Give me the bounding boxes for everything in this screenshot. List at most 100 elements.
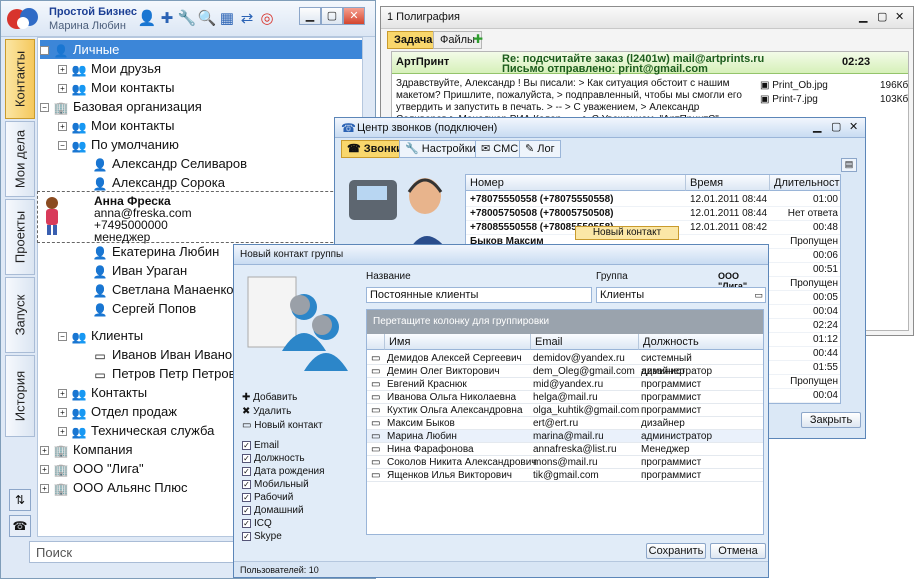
expand-icon[interactable]: + [58, 122, 67, 132]
tab-launch[interactable]: Запуск [5, 277, 35, 353]
calendar-icon[interactable]: ▦ [217, 9, 237, 29]
tab-settings[interactable]: 🔧 Настройки [399, 140, 482, 158]
member-row[interactable]: ▭ Максим Быков ert@ert.ru дизайнер [367, 417, 763, 430]
tree-node[interactable]: + 👥 Отдел продаж [58, 402, 177, 421]
tree-node[interactable]: + 👥 Контакты [58, 383, 147, 402]
add-icon[interactable]: ✚ [473, 32, 483, 46]
checkbox-check-icon[interactable]: ✓ [242, 531, 251, 541]
expand-icon[interactable]: + [58, 65, 67, 75]
checkbox-check-icon[interactable]: ✓ [242, 479, 251, 489]
checkbox-check-icon[interactable]: ✓ [242, 466, 251, 476]
checkbox-check-icon[interactable]: ✓ [242, 518, 251, 528]
grid-icon[interactable]: ▤ [841, 158, 857, 172]
member-row[interactable]: ▭ Соколов Никита Александрович mons@mail.r… [367, 456, 763, 469]
tab-my-tasks[interactable]: Мои дела [5, 121, 35, 197]
tree-node[interactable]: + 👥 Мои друзья [58, 59, 161, 78]
minimize-button[interactable]: ▁ [859, 10, 867, 23]
field-checkbox[interactable]: ✓ Skype [242, 530, 282, 543]
action-2[interactable]: ▭ Новый контакт [242, 419, 323, 432]
field-checkbox[interactable]: ✓ Домашний [242, 504, 304, 517]
user-icon[interactable]: 👤 [137, 9, 157, 29]
member-row[interactable]: ▭ Евгений Краснюк mid@yandex.ru программист [367, 378, 763, 391]
arrows-icon[interactable]: ⇄ [237, 9, 257, 29]
tab-task[interactable]: Задача [387, 31, 440, 49]
attachment-1[interactable]: ▣ Print_Ob.jpg [760, 80, 828, 91]
tab-log[interactable]: ✎ Лог [519, 140, 561, 158]
wrench-icon[interactable]: 🔧 [177, 9, 197, 29]
tree-node[interactable]: + 🏢 ООО "Лига" [40, 459, 144, 478]
member-row[interactable]: ▭ Нина Фарафонова annafreska@list.ru Менедж… [367, 443, 763, 456]
group-name-input[interactable]: Постоянные клиенты [366, 287, 592, 303]
save-button[interactable]: Сохранить [646, 543, 706, 559]
field-checkbox[interactable]: ✓ Должность [242, 452, 305, 465]
tree-node[interactable]: ▭ Иванов Иван Иванович [92, 345, 253, 364]
tree-node[interactable]: − 👥 По умолчанию [58, 135, 179, 154]
field-checkbox[interactable]: ✓ Мобильный [242, 478, 309, 491]
lifebuoy-icon[interactable]: ◎ [257, 9, 277, 29]
maximize-button[interactable]: ▢ [831, 120, 841, 133]
tree-node[interactable]: 👤 Сергей Попов [92, 299, 197, 318]
phone-icon[interactable]: ☎ [9, 515, 31, 537]
expand-icon[interactable]: + [40, 465, 49, 475]
tab-history[interactable]: История [5, 355, 35, 437]
collapse-icon[interactable]: − [58, 332, 67, 342]
field-checkbox[interactable]: ✓ Email [242, 439, 279, 452]
col-time[interactable]: Время [686, 175, 770, 191]
member-row[interactable]: ▭ Иванова Ольга Николаевна helga@mail.ru пр… [367, 391, 763, 404]
col-duration[interactable]: Длительность [770, 175, 840, 191]
tree-node[interactable]: 👤 Екатерина Любин [92, 242, 220, 261]
tree-node[interactable]: − 👤 Личные [40, 40, 362, 59]
member-row[interactable]: ▭ Демидов Алексей Сергеевич demidov@yandex… [367, 352, 763, 377]
tree-node[interactable]: + 🏢 Компания [40, 440, 133, 459]
tab-sms[interactable]: ✉ СМС [475, 140, 525, 158]
collapse-icon[interactable]: − [58, 141, 67, 151]
close-button[interactable]: ✕ [895, 10, 904, 23]
col-email[interactable]: Email [531, 334, 639, 350]
tree-node[interactable]: − 👥 Клиенты [58, 326, 143, 345]
col-position[interactable]: Должность [639, 334, 763, 350]
checkbox-check-icon[interactable]: ✓ [242, 453, 251, 463]
tree-node[interactable]: 👤 Александр Сорока [92, 173, 225, 192]
tree-node[interactable]: 👤 Иван Ураган [92, 261, 188, 280]
add-icon[interactable]: ✚ [157, 9, 177, 29]
tree-node[interactable]: − 🏢 Базовая организация [40, 97, 202, 116]
collapse-icon[interactable]: − [40, 46, 49, 56]
maximize-button[interactable]: ▢ [877, 10, 887, 23]
call-row[interactable]: +78075550558 (+78075550558) 12.01.2011 08… [466, 193, 840, 207]
checkbox-check-icon[interactable]: ✓ [242, 505, 251, 515]
expand-icon[interactable]: + [40, 446, 49, 456]
tree-node[interactable]: ▭ Петров Петр Петрович [92, 364, 249, 383]
tree-node[interactable]: 👤 Александр Селиваров [92, 154, 248, 173]
checkbox-check-icon[interactable]: ✓ [242, 492, 251, 502]
field-checkbox[interactable]: ✓ Рабочий [242, 491, 293, 504]
search-icon[interactable]: 🔍 [197, 9, 217, 29]
group-select[interactable]: Клиенты ▭ [596, 287, 766, 303]
member-row[interactable]: ▭ Марина Любин marina@mail.ru администратор [367, 430, 763, 443]
tree-node[interactable]: + 🏢 ООО Альянс Плюс [40, 478, 188, 497]
col-number[interactable]: Номер [466, 175, 686, 191]
field-checkbox[interactable]: ✓ ICQ [242, 517, 272, 530]
sync-icon[interactable]: ⇅ [9, 489, 31, 511]
tab-projects[interactable]: Проекты [5, 199, 35, 275]
collapse-icon[interactable]: − [40, 103, 49, 113]
action-0[interactable]: ✚ Добавить [242, 391, 297, 404]
tab-contacts[interactable]: Контакты [5, 39, 35, 119]
context-menu-new-contact[interactable]: Новый контакт [575, 226, 679, 240]
expand-icon[interactable]: + [58, 408, 67, 418]
expand-icon[interactable]: + [40, 484, 49, 494]
checkbox-check-icon[interactable]: ✓ [242, 440, 251, 450]
tree-node[interactable]: + 👥 Техническая служба [58, 421, 214, 440]
close-button[interactable]: ✕ [849, 120, 858, 133]
minimize-button[interactable]: ▁ [299, 7, 321, 25]
tree-node[interactable]: + 👥 Мои контакты [58, 78, 175, 97]
close-dialog-button[interactable]: Закрыть [801, 412, 861, 428]
field-checkbox[interactable]: ✓ Дата рождения [242, 465, 325, 478]
attachment-2[interactable]: ▣ Print-7.jpg [760, 94, 818, 105]
cancel-button[interactable]: Отмена [710, 543, 766, 559]
minimize-button[interactable]: ▁ [813, 120, 821, 133]
tree-node[interactable]: + 👥 Мои контакты [58, 116, 175, 135]
member-row[interactable]: ▭ Ященков Илья Викторович tik@gmail.com про… [367, 469, 763, 482]
expand-icon[interactable]: + [58, 84, 67, 94]
action-1[interactable]: ✖ Удалить [242, 405, 291, 418]
close-button[interactable]: ✕ [343, 7, 365, 25]
